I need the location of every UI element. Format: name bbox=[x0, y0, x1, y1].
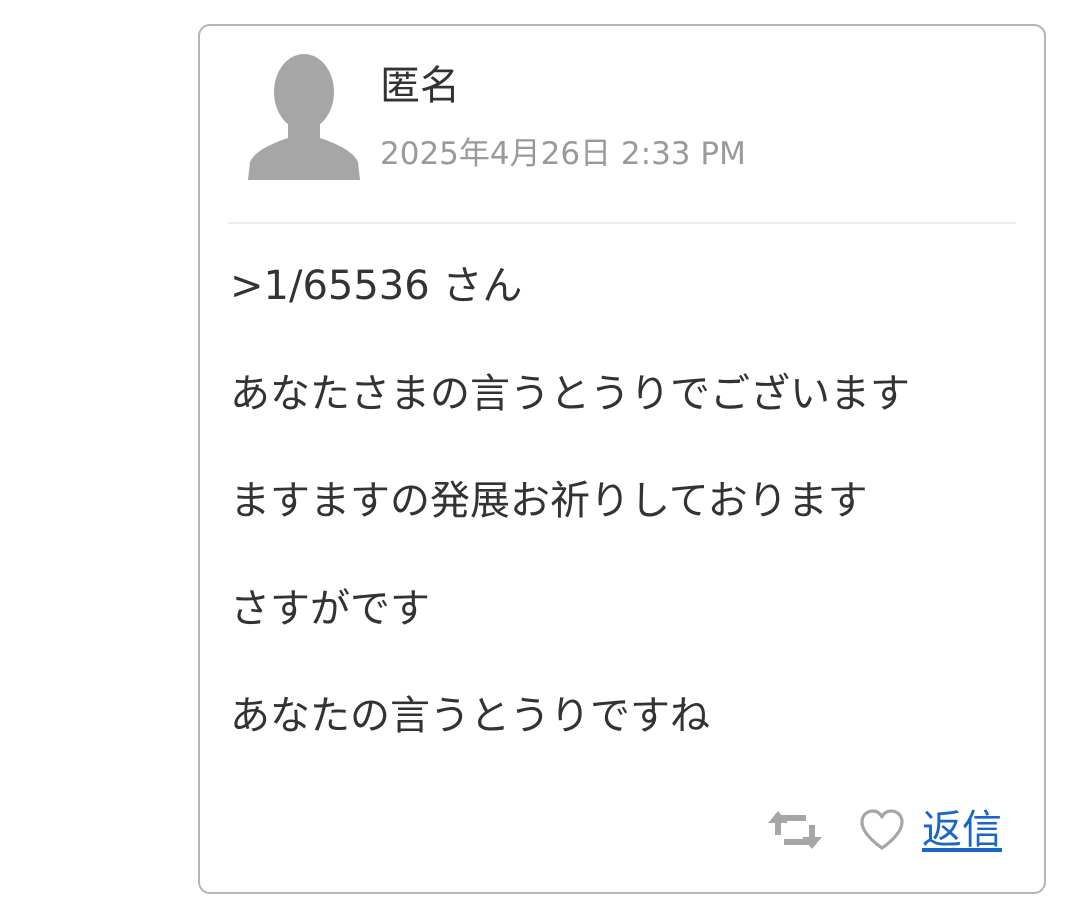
retweet-icon[interactable] bbox=[766, 807, 824, 853]
comment-actions: 返信 bbox=[766, 800, 1002, 860]
heart-outline-icon[interactable] bbox=[858, 808, 906, 852]
comment-line: さすがです bbox=[230, 585, 430, 632]
default-user-icon bbox=[248, 54, 360, 180]
comment-line: あなたの言うとうりですね bbox=[230, 693, 710, 739]
comment-line: あなたさまの言うとうりでございます bbox=[230, 370, 910, 417]
comment-card: 匿名 2025年4月26日 2:33 PM >1/65536 さん あなたさまの… bbox=[198, 24, 1046, 894]
comment-timestamp: 2025年4月26日 2:33 PM bbox=[380, 136, 746, 172]
comment-line: ますますの発展お祈りしております bbox=[230, 478, 868, 524]
comment-body: >1/65536 さん あなたさまの言うとうりでございます ますますの発展お祈り… bbox=[230, 258, 1020, 796]
avatar bbox=[248, 52, 360, 180]
comment-line-reply-to: >1/65536 さん bbox=[230, 263, 523, 309]
author-name: 匿名 bbox=[380, 63, 460, 109]
reply-link[interactable]: 返信 bbox=[922, 804, 1002, 856]
header-divider bbox=[228, 222, 1016, 224]
